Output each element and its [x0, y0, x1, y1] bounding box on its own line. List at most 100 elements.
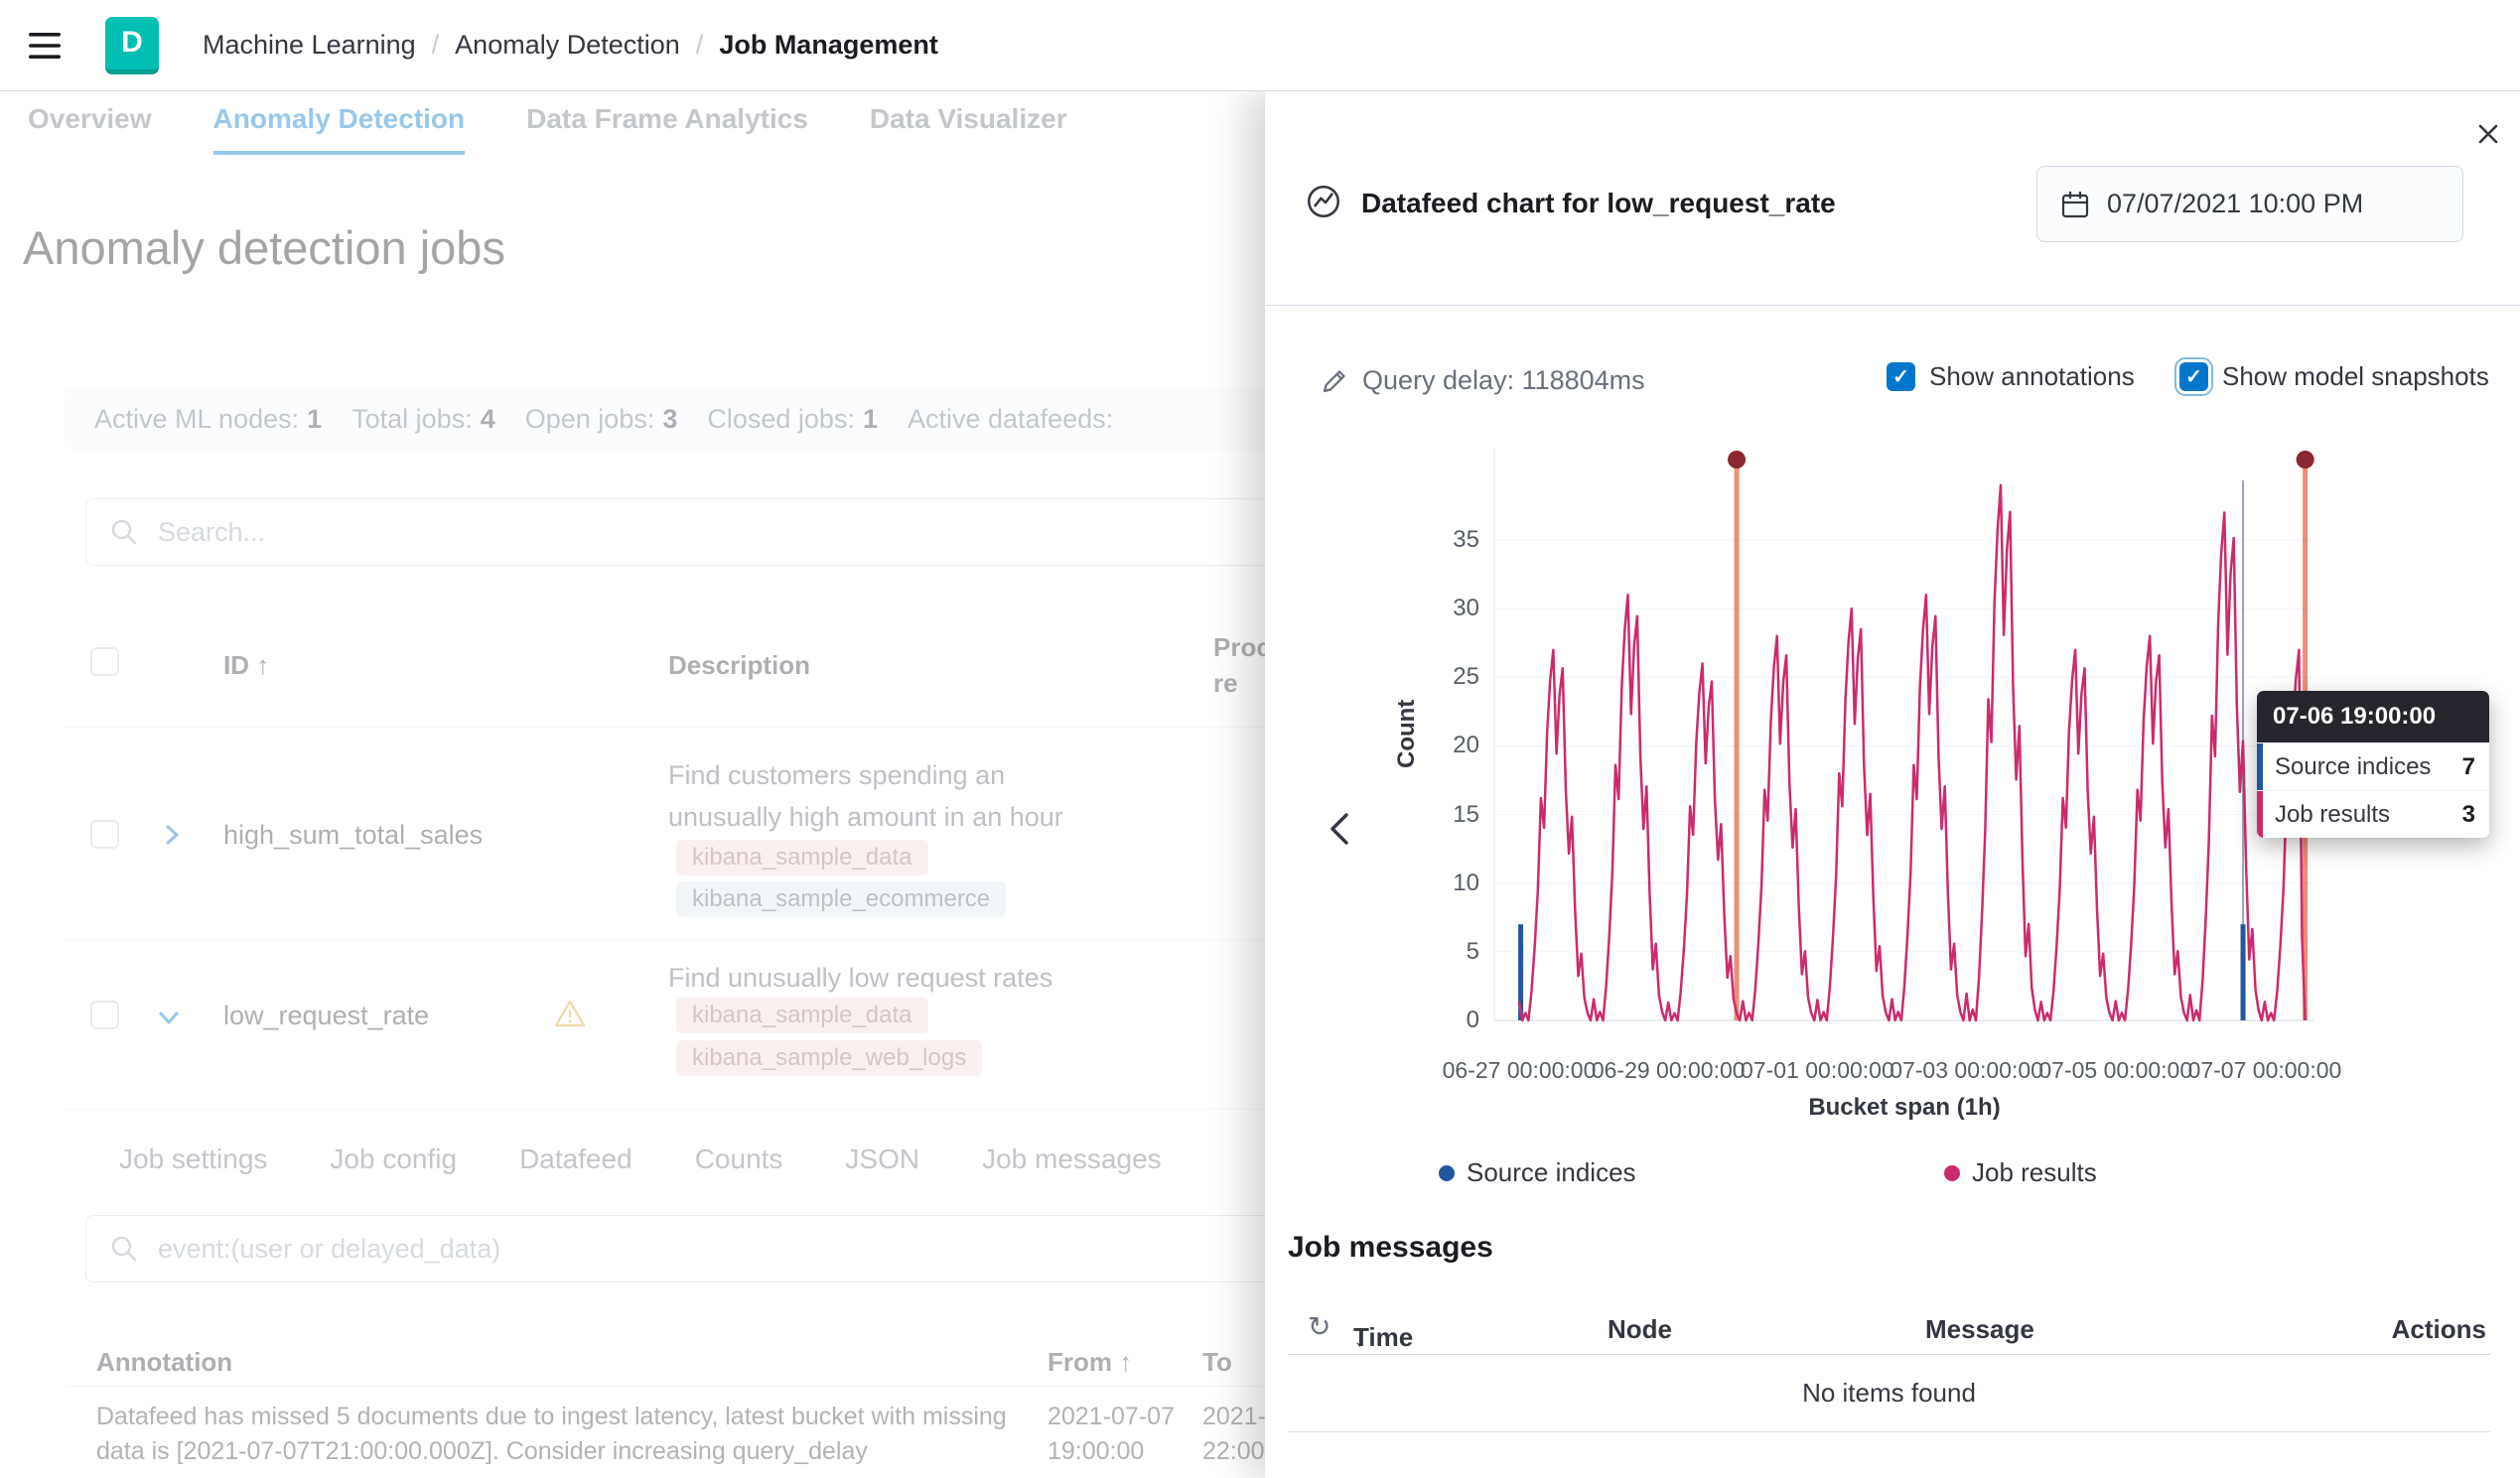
- y-tick-label: 0: [1467, 1006, 1479, 1035]
- legend-job-results[interactable]: Job results: [1944, 1157, 2097, 1188]
- chart-tooltip: 07-06 19:00:00 Source indices 7 Job resu…: [2257, 691, 2489, 838]
- tab-counts[interactable]: Counts: [695, 1143, 783, 1175]
- top-bar: D Machine Learning / Anomaly Detection /…: [0, 0, 2520, 91]
- legend-source-indices[interactable]: Source indices: [1439, 1157, 1636, 1188]
- x-tick-label: 07-01 00:00:00: [1741, 1057, 1894, 1084]
- y-tick-label: 30: [1453, 594, 1479, 623]
- main-tabs: Overview Anomaly Detection Data Frame An…: [28, 103, 1067, 155]
- job-description: Find unusually low request rates: [668, 957, 1052, 999]
- column-header-message: Message: [1925, 1314, 2034, 1345]
- y-tick-label: 5: [1467, 937, 1479, 967]
- chevron-down-icon[interactable]: [154, 1003, 184, 1035]
- tab-datafeed[interactable]: Datafeed: [519, 1143, 632, 1175]
- flyout-title: Datafeed chart for low_request_rate: [1361, 188, 1836, 219]
- job-detail-tabs: Job settings Job config Datafeed Counts …: [119, 1143, 1162, 1175]
- column-header-node: Node: [1608, 1314, 1672, 1345]
- calendar-icon: [2059, 189, 2091, 220]
- y-tick-label: 25: [1453, 662, 1479, 692]
- series-color-bar: [2257, 743, 2263, 790]
- empty-table-message: No items found: [1288, 1355, 2490, 1432]
- y-tick-label: 20: [1453, 731, 1479, 760]
- stat-open-jobs: Open jobs:3: [525, 404, 678, 435]
- show-annotations-checkbox[interactable]: ✓ Show annotations: [1887, 361, 2135, 392]
- job-messages-table: ↻ Time ↓ Node Message Actions No items f…: [1288, 1306, 2490, 1432]
- sort-asc-icon: ↑: [1119, 1347, 1132, 1377]
- annotation-from: 2021-07-07: [1048, 1403, 1175, 1431]
- deployment-logo[interactable]: D: [105, 17, 159, 74]
- sort-desc-icon: ↓: [1353, 1322, 1366, 1353]
- stat-active-datafeeds: Active datafeeds:: [908, 404, 1121, 435]
- page-title: Anomaly detection jobs: [23, 220, 505, 275]
- column-header-processed-records[interactable]: Procre: [1213, 629, 1271, 701]
- select-all-checkbox[interactable]: [90, 647, 119, 676]
- job-id: low_request_rate: [223, 1001, 429, 1031]
- breadcrumb-separator: /: [432, 30, 440, 61]
- annotation-text: Datafeed has missed 5 documents due to i…: [96, 1403, 1007, 1431]
- datepicker-value: 07/07/2021 10:00 PM: [2107, 189, 2363, 219]
- checkbox-label: Show model snapshots: [2222, 361, 2489, 392]
- annotation-text: data is [2021-07-07T21:00:00.000Z]. Cons…: [96, 1437, 868, 1466]
- stat-active-ml-nodes: Active ML nodes:1: [94, 404, 322, 435]
- legend-dot-icon: [1944, 1165, 1960, 1181]
- x-tick-label: 07-07 00:00:00: [2188, 1057, 2342, 1084]
- column-header-actions: Actions: [2392, 1314, 2486, 1345]
- column-header-description[interactable]: Description: [668, 647, 810, 683]
- datafeed-chart-flyout: Datafeed chart for low_request_rate 07/0…: [1265, 91, 2520, 1478]
- tab-job-settings[interactable]: Job settings: [119, 1143, 267, 1175]
- y-axis-ticks: 05101520253035: [1414, 447, 1479, 1020]
- chevron-right-icon[interactable]: [157, 820, 187, 853]
- y-tick-label: 35: [1453, 525, 1479, 555]
- x-tick-label: 07-05 00:00:00: [2038, 1057, 2192, 1084]
- checkbox-checked-icon: ✓: [1887, 362, 1915, 391]
- annotation-from: 19:00:00: [1048, 1437, 1144, 1466]
- datafeed-chart[interactable]: [1494, 447, 2314, 1020]
- index-badge: kibana_sample_data: [676, 840, 928, 875]
- column-header-to[interactable]: To: [1202, 1347, 1232, 1378]
- divider: [1265, 305, 2520, 306]
- tab-data-visualizer[interactable]: Data Visualizer: [870, 103, 1067, 155]
- breadcrumb-separator: /: [696, 30, 704, 61]
- y-tick-label: 10: [1453, 869, 1479, 898]
- tooltip-row: Source indices 7: [2257, 742, 2489, 790]
- breadcrumb-anomaly-detection[interactable]: Anomaly Detection: [455, 30, 680, 61]
- job-id: high_sum_total_sales: [223, 820, 483, 851]
- tab-data-frame-analytics[interactable]: Data Frame Analytics: [526, 103, 808, 155]
- close-icon[interactable]: [2468, 115, 2508, 155]
- datepicker[interactable]: 07/07/2021 10:00 PM: [2036, 166, 2463, 242]
- show-model-snapshots-checkbox[interactable]: ✓ Show model snapshots: [2179, 361, 2489, 392]
- tab-overview[interactable]: Overview: [28, 103, 152, 155]
- checkbox-label: Show annotations: [1929, 361, 2135, 392]
- column-header-id[interactable]: ID ↑: [223, 647, 269, 683]
- column-header-annotation: Annotation: [96, 1347, 232, 1378]
- warning-icon: [554, 999, 586, 1033]
- row-checkbox[interactable]: [90, 1001, 119, 1029]
- tab-json[interactable]: JSON: [845, 1143, 919, 1175]
- index-badge: kibana_sample_web_logs: [676, 1040, 982, 1076]
- job-messages-header: ↻ Time ↓ Node Message Actions: [1288, 1306, 2490, 1355]
- query-delay-label: Query delay: 118804ms: [1362, 365, 1645, 396]
- x-axis-title: Bucket span (1h): [1494, 1094, 2314, 1122]
- legend-dot-icon: [1439, 1165, 1455, 1181]
- job-description: Find customers spending anunusually high…: [668, 754, 1063, 838]
- row-checkbox[interactable]: [90, 820, 119, 849]
- checkbox-checked-icon: ✓: [2179, 362, 2208, 391]
- breadcrumb: Machine Learning / Anomaly Detection / J…: [203, 30, 938, 61]
- search-icon: [108, 1233, 140, 1265]
- tab-job-messages[interactable]: Job messages: [982, 1143, 1162, 1175]
- tab-anomaly-detection[interactable]: Anomaly Detection: [213, 103, 466, 155]
- tab-job-config[interactable]: Job config: [330, 1143, 457, 1175]
- x-tick-label: 07-03 00:00:00: [1890, 1057, 2043, 1084]
- breadcrumb-machine-learning[interactable]: Machine Learning: [203, 30, 416, 61]
- menu-icon[interactable]: [24, 24, 68, 67]
- chevron-left-icon[interactable]: [1319, 808, 1362, 852]
- breadcrumb-job-management: Job Management: [719, 30, 938, 61]
- index-badge: kibana_sample_ecommerce: [676, 881, 1006, 917]
- flyout-header: Datafeed chart for low_request_rate: [1304, 169, 1836, 238]
- sort-asc-icon: ↑: [256, 650, 269, 680]
- x-tick-label: 06-29 00:00:00: [1592, 1057, 1746, 1084]
- column-header-from[interactable]: From ↑: [1048, 1347, 1132, 1378]
- search-icon: [108, 516, 140, 548]
- refresh-icon[interactable]: ↻: [1308, 1310, 1330, 1343]
- datafeed-chart-icon: [1304, 182, 1343, 226]
- x-axis-ticks: 06-27 00:00:0006-29 00:00:0007-01 00:00:…: [1494, 1057, 2314, 1087]
